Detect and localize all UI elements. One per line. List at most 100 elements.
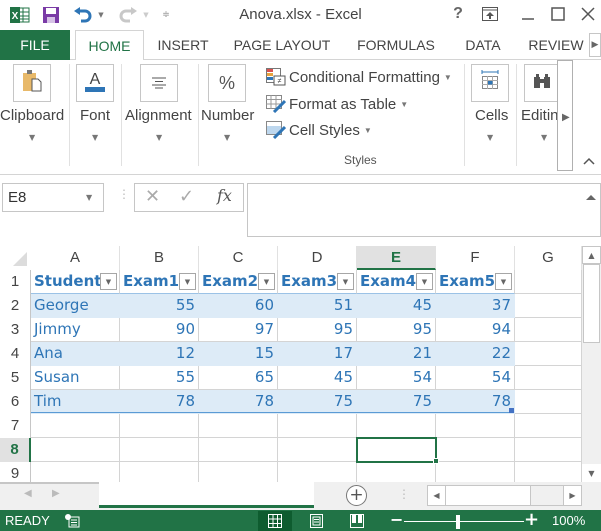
enter-icon[interactable]: ✓ [179,186,194,207]
cell-styles-button[interactable]: Cell Styles ▼ [266,118,372,142]
editing-caret-icon[interactable]: ▼ [541,133,547,142]
score-cell[interactable]: 95 [278,318,357,342]
score-cell[interactable]: 55 [120,294,199,318]
zoom-slider-thumb[interactable] [456,515,460,529]
column-header-d[interactable]: D [278,246,357,270]
scroll-left-icon[interactable]: ◀ [428,486,446,505]
tabs-scroll-right-icon[interactable]: ▶ [589,33,601,57]
clipboard-button[interactable] [13,64,51,102]
student-name-cell[interactable]: Ana [31,342,120,366]
row-header-4[interactable]: 4 [0,342,31,366]
tab-page-layout[interactable]: PAGE LAYOUT [224,30,340,60]
scroll-sheets-right-icon[interactable]: ▶ [52,488,60,499]
editing-label[interactable]: Editin [521,107,557,124]
row-header-5[interactable]: 5 [0,366,31,390]
column-header-f[interactable]: F [436,246,515,270]
name-box-dropdown-icon[interactable]: ▼ [86,193,92,202]
score-cell[interactable]: 78 [436,390,515,414]
scroll-right-icon[interactable]: ▶ [563,486,581,505]
score-cell[interactable]: 94 [436,318,515,342]
zoom-level[interactable]: 100% [552,513,585,528]
collapse-formula-bar-icon[interactable] [585,193,597,204]
horizontal-scrollbar[interactable]: ◀ ▶ [427,485,582,506]
cell[interactable] [515,390,582,414]
scroll-sheets-left-icon[interactable]: ◀ [24,488,32,499]
minimize-button[interactable] [518,3,538,25]
cell[interactable] [31,414,120,438]
score-cell[interactable]: 54 [436,366,515,390]
score-cell[interactable]: 45 [357,294,436,318]
row-header-8[interactable]: 8 [0,438,31,462]
cell[interactable] [515,438,582,462]
row-header-7[interactable]: 7 [0,414,31,438]
score-cell[interactable]: 97 [199,318,278,342]
filter-dropdown-icon[interactable]: ▼ [258,273,275,290]
help-button[interactable]: ? [451,3,465,25]
cell[interactable] [31,438,120,462]
score-cell[interactable]: 75 [278,390,357,414]
score-cell[interactable]: 65 [199,366,278,390]
fill-handle[interactable] [433,458,439,464]
zoom-slider-track[interactable] [404,521,524,522]
number-caret-icon[interactable]: ▼ [224,133,230,142]
zoom-in-button[interactable]: + [524,509,539,530]
collapse-ribbon-icon[interactable] [583,154,595,168]
row-header-6[interactable]: 6 [0,390,31,414]
alignment-caret-icon[interactable]: ▼ [156,133,162,142]
sheet-bar-splitter-icon[interactable]: ⋮ [398,487,410,501]
cell[interactable] [515,366,582,390]
scroll-down-icon[interactable]: ▼ [582,464,601,482]
cells-caret-icon[interactable]: ▼ [487,133,493,142]
student-name-cell[interactable]: George [31,294,120,318]
score-cell[interactable]: 22 [436,342,515,366]
score-cell[interactable]: 60 [199,294,278,318]
zoom-out-button[interactable]: − [390,510,403,529]
cell[interactable] [120,438,199,462]
worksheet-grid[interactable]: A B C D E F G 1 2 3 4 5 6 7 8 9 Student ▼ Exam1 ▼ Exam2 ▼ Exam… [0,246,601,486]
number-label[interactable]: Number [201,107,254,124]
filter-dropdown-icon[interactable]: ▼ [416,273,433,290]
formula-bar-grip-icon[interactable]: ⋮ [118,187,130,201]
maximize-button[interactable] [548,3,568,25]
score-cell[interactable]: 37 [436,294,515,318]
score-cell[interactable]: 78 [120,390,199,414]
cell[interactable] [278,414,357,438]
tab-data[interactable]: DATA [452,30,514,60]
alignment-label[interactable]: Alignment [125,107,192,124]
column-header-e[interactable]: E [357,246,436,270]
cell[interactable] [515,414,582,438]
editing-button[interactable] [524,64,558,102]
score-cell[interactable]: 55 [120,366,199,390]
vertical-scroll-thumb[interactable] [583,264,600,343]
font-caret-icon[interactable]: ▼ [92,133,98,142]
filter-dropdown-icon[interactable]: ▼ [100,273,117,290]
row-header-3[interactable]: 3 [0,318,31,342]
filter-dropdown-icon[interactable]: ▼ [337,273,354,290]
clipboard-label[interactable]: Clipboard [0,107,64,124]
tab-file[interactable]: FILE [0,30,70,60]
student-name-cell[interactable]: Jimmy [31,318,120,342]
close-button[interactable] [578,3,598,25]
macro-recording-icon[interactable] [64,513,80,528]
cell[interactable] [436,438,515,462]
student-name-cell[interactable]: Tim [31,390,120,414]
row-header-2[interactable]: 2 [0,294,31,318]
font-button[interactable]: A [76,64,114,102]
number-button[interactable]: % [208,64,246,102]
active-cell-e8[interactable] [356,437,437,463]
cells-button[interactable] [471,64,509,102]
score-cell[interactable]: 90 [120,318,199,342]
filter-dropdown-icon[interactable]: ▼ [495,273,512,290]
cell[interactable] [120,414,199,438]
table-resize-handle[interactable] [509,408,514,413]
score-cell[interactable]: 45 [278,366,357,390]
insert-function-icon[interactable]: fx [217,186,232,205]
column-header-g[interactable]: G [515,246,582,270]
add-sheet-button[interactable]: + [346,485,367,506]
cells-label[interactable]: Cells [475,107,508,124]
select-all-button[interactable] [0,246,31,270]
row-header-1[interactable]: 1 [0,270,31,294]
score-cell[interactable]: 54 [357,366,436,390]
cell[interactable] [515,270,582,294]
formula-input[interactable] [247,183,601,237]
